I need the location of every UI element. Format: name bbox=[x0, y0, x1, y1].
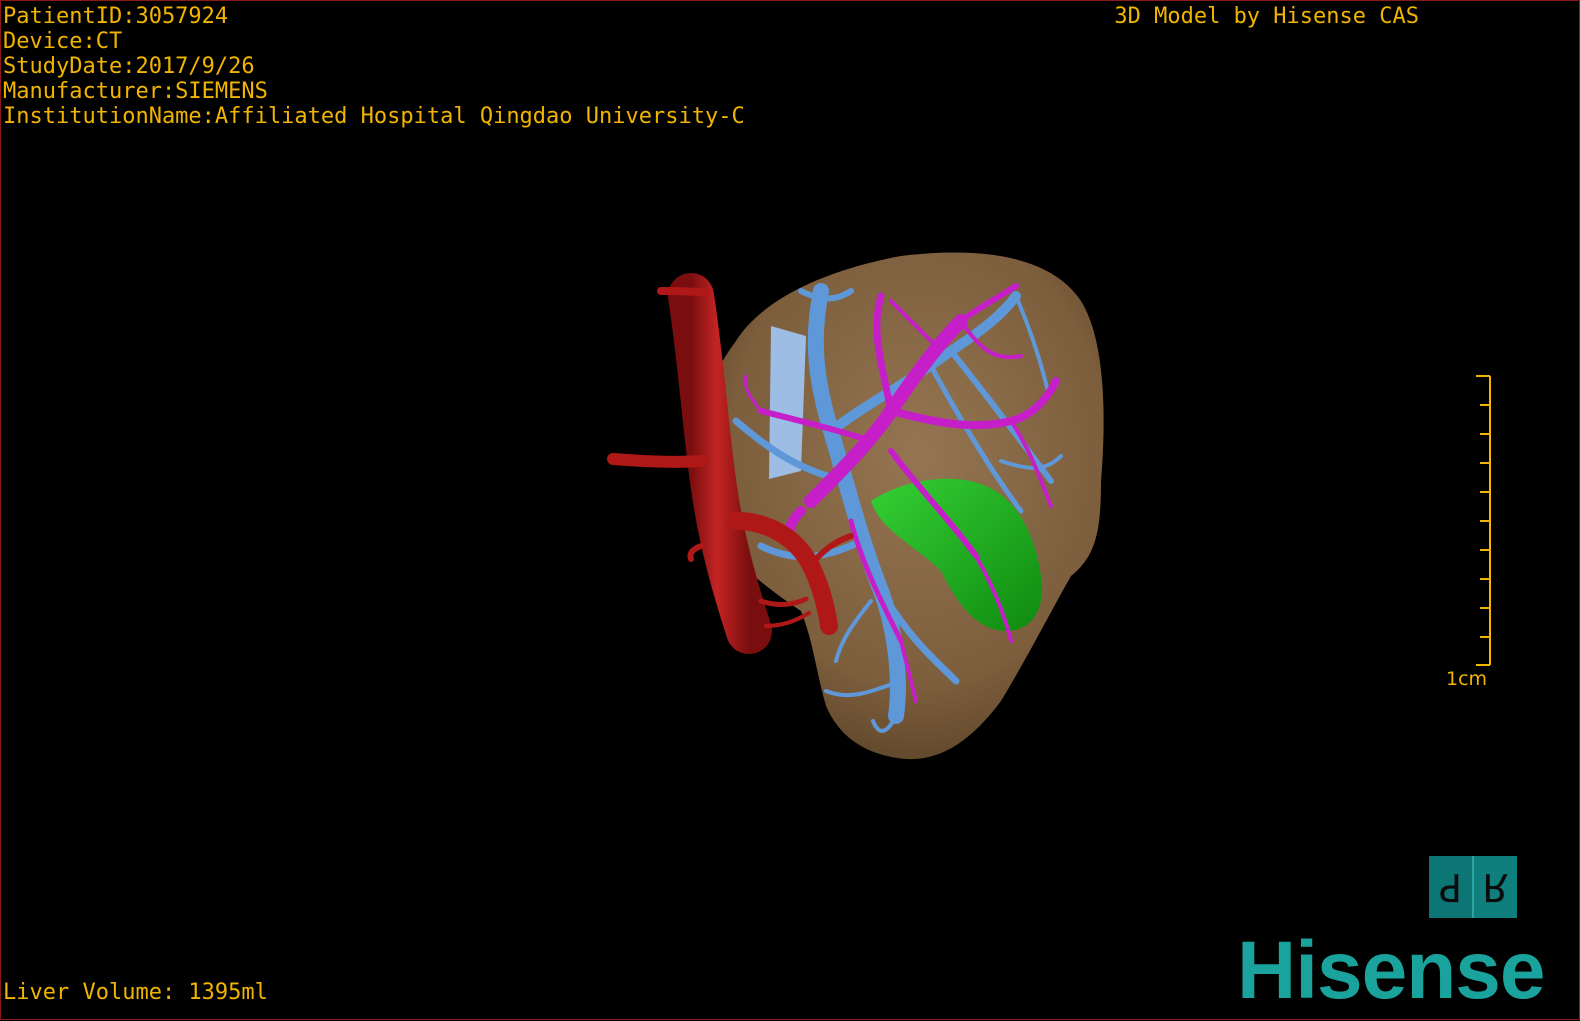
scale-bar bbox=[1476, 375, 1491, 666]
hisense-logo: Hisense bbox=[1237, 925, 1546, 1016]
liver-3d-render[interactable] bbox=[1, 1, 1580, 1021]
model-caption: 3D Model by Hisense CAS bbox=[1114, 4, 1419, 29]
institution-text: InstitutionName:Affiliated Hospital Qing… bbox=[3, 104, 745, 129]
scale-bar-label: 1cm bbox=[1446, 668, 1488, 690]
patient-info-block: PatientID:3057924 Device:CT StudyDate:20… bbox=[3, 4, 745, 129]
orientation-face-right: R bbox=[1472, 856, 1517, 918]
manufacturer-text: Manufacturer:SIEMENS bbox=[3, 79, 268, 104]
3d-viewport[interactable]: PatientID:3057924 Device:CT StudyDate:20… bbox=[0, 0, 1580, 1020]
orientation-cube[interactable]: P R bbox=[1429, 856, 1517, 918]
patient-id-text: PatientID:3057924 bbox=[3, 4, 229, 29]
device-text: Device:CT bbox=[3, 29, 123, 54]
study-date-text: StudyDate:2017/9/26 bbox=[3, 54, 255, 79]
liver-volume-text: Liver Volume: 1395ml bbox=[3, 980, 268, 1005]
orientation-face-posterior: P bbox=[1429, 856, 1472, 918]
